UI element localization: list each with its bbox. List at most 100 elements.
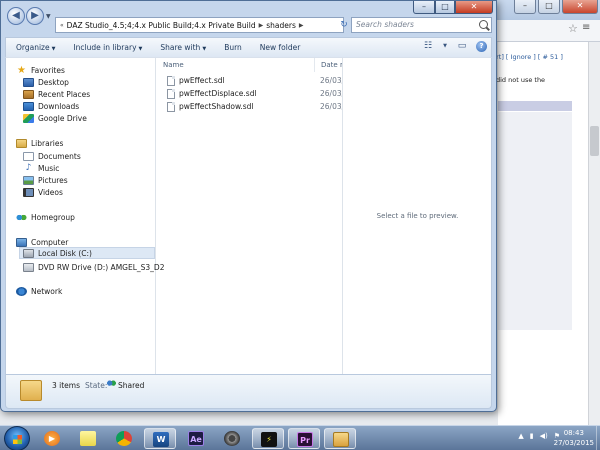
show-desktop-button[interactable] — [596, 426, 600, 450]
nav-item-downloads[interactable]: Downloads — [23, 100, 79, 112]
nav-item-label: Downloads — [38, 101, 80, 111]
search-input[interactable]: Search shaders — [351, 17, 492, 33]
volume-icon[interactable]: ◀) — [540, 432, 548, 440]
nav-homegroup[interactable]: Homegroup — [16, 211, 75, 223]
dropdown-arrow-icon: ▼ — [202, 46, 207, 52]
clock[interactable]: 08:43 27/03/2015 — [554, 428, 594, 448]
taskbar: ▶ W Ae ⚡ Pr ▲ ▮ ◀) ⚑ 08:43 27/03/2015 — [0, 425, 600, 450]
back-button[interactable]: ◀ — [7, 7, 25, 25]
breadcrumb-separator-icon[interactable]: ▶ — [259, 22, 264, 29]
bookmark-star-icon[interactable]: ☆ — [568, 22, 578, 35]
share-with-button[interactable]: Share with ▼ — [160, 43, 206, 52]
file-row[interactable]: pwEffectDisplace.sdl 26/03/ — [157, 88, 342, 100]
new-folder-button[interactable]: New folder — [260, 43, 301, 52]
documents-icon — [23, 151, 34, 161]
nav-homegroup-label: Homegroup — [31, 212, 75, 222]
browser-scrollbar-thumb[interactable] — [590, 126, 599, 156]
nav-item-pictures[interactable]: Pictures — [23, 174, 68, 186]
nav-item-google-drive[interactable]: Google Drive — [23, 112, 87, 124]
clock-date: 27/03/2015 — [553, 439, 594, 447]
downloads-icon — [23, 101, 34, 111]
nav-item-dvd-drive[interactable]: DVD RW Drive (D:) AMGEL_S3_D2 — [23, 261, 164, 273]
browser-maximize-button[interactable]: □ — [538, 0, 560, 14]
breadcrumb-shaders[interactable]: shaders — [266, 21, 296, 30]
change-view-icon[interactable]: ☷ — [422, 41, 434, 52]
organize-button[interactable]: Organize ▼ — [16, 43, 55, 52]
show-hidden-icons-icon[interactable]: ▲ — [518, 432, 523, 440]
forward-button[interactable]: ▶ — [26, 7, 44, 25]
nav-item-label: Pictures — [38, 175, 68, 185]
explorer-window-controls: – □ ✕ — [413, 1, 493, 14]
nav-item-label: Google Drive — [38, 113, 87, 123]
dropdown-arrow-icon: ▼ — [51, 46, 56, 52]
forum-post-links[interactable]: port] [ Ignore ] [ # 51 ] — [488, 53, 563, 61]
taskbar-chrome-button[interactable] — [108, 428, 140, 449]
dropdown-arrow-icon: ▼ — [138, 46, 143, 52]
nav-item-recent-places[interactable]: Recent Places — [23, 88, 90, 100]
file-row[interactable]: pwEffect.sdl 26/03/ — [157, 75, 342, 87]
homegroup-icon — [16, 212, 27, 222]
nav-item-label: Local Disk (C:) — [38, 248, 92, 258]
browser-scrollbar[interactable] — [588, 42, 600, 425]
taskbar-disk-tool-button[interactable] — [216, 428, 248, 449]
maximize-button[interactable]: □ — [435, 1, 455, 14]
nav-favorites-label: Favorites — [31, 65, 65, 75]
nav-item-documents[interactable]: Documents — [23, 150, 81, 162]
file-list: Name Date m pwEffect.sdl 26/03/ pwEffect… — [157, 58, 342, 374]
shared-users-icon — [107, 380, 116, 389]
taskbar-explorer-button[interactable] — [324, 428, 356, 449]
file-name: pwEffectShadow.sdl — [179, 102, 254, 111]
nav-item-music[interactable]: ♪ Music — [23, 162, 60, 174]
taskbar-premiere-button[interactable]: Pr — [288, 428, 320, 449]
browser-menu-icon[interactable]: ≡ — [582, 22, 590, 33]
view-controls: ☷ ▼ ▭ ? — [422, 41, 487, 52]
local-disk-icon — [23, 248, 34, 258]
nav-item-label: Desktop — [38, 77, 69, 87]
command-bar: Organize ▼ Include in library ▼ Share with… — [5, 37, 492, 57]
browser-minimize-button[interactable]: – — [514, 0, 536, 14]
network-tray-icon[interactable]: ▮ — [530, 432, 534, 440]
taskbar-after-effects-button[interactable]: Ae — [180, 428, 212, 449]
burn-button[interactable]: Burn — [224, 43, 242, 52]
forum-post-text: I did not use the — [492, 76, 546, 84]
file-date: 26/03/ — [320, 89, 342, 98]
nav-item-local-disk[interactable]: Local Disk (C:) — [19, 247, 155, 259]
address-overflow-icon[interactable]: « — [60, 22, 64, 29]
nav-item-desktop[interactable]: Desktop — [23, 76, 69, 88]
preview-pane-icon[interactable]: ▭ — [456, 41, 468, 52]
preview-pane: Select a file to preview. — [342, 58, 491, 374]
search-placeholder: Search shaders — [356, 20, 414, 29]
after-effects-icon: Ae — [188, 431, 204, 446]
nav-favorites[interactable]: ★ Favorites — [16, 64, 65, 76]
taskbar-word-button[interactable]: W — [144, 428, 176, 449]
breadcrumb-separator-icon[interactable]: ▶ — [299, 22, 304, 29]
taskbar-tool-button[interactable]: ⚡ — [252, 428, 284, 449]
file-icon — [167, 89, 175, 99]
search-icon[interactable] — [479, 20, 488, 29]
disk-tool-icon — [224, 431, 240, 446]
recent-pages-chevron-icon[interactable]: ▼ — [46, 13, 51, 20]
taskbar-media-player-button[interactable]: ▶ — [36, 428, 68, 449]
nav-network[interactable]: Network — [16, 285, 62, 297]
taskbar-sticky-notes-button[interactable] — [72, 428, 104, 449]
breadcrumb-daz-studio[interactable]: DAZ Studio_4.5;4;4.x Public Build;4.x Pr… — [67, 21, 256, 30]
nav-item-videos[interactable]: Videos — [23, 186, 63, 198]
address-bar[interactable]: « DAZ Studio_4.5;4;4.x Public Build;4.x … — [55, 17, 344, 33]
column-header-name[interactable]: Name — [157, 58, 315, 72]
explorer-window: ◀ ▶ ▼ « DAZ Studio_4.5;4;4.x Public Buil… — [0, 0, 497, 412]
refresh-icon[interactable]: ↻ — [337, 18, 351, 32]
word-icon: W — [153, 432, 169, 447]
google-drive-icon — [23, 113, 34, 123]
view-dropdown-icon[interactable]: ▼ — [442, 41, 448, 52]
include-in-library-button[interactable]: Include in library ▼ — [73, 43, 142, 52]
column-header-date[interactable]: Date m — [315, 58, 342, 72]
nav-libraries[interactable]: Libraries — [16, 137, 63, 149]
browser-close-button[interactable]: ✕ — [562, 0, 598, 14]
start-button[interactable] — [4, 426, 30, 450]
tool-icon: ⚡ — [261, 432, 277, 447]
state-label: State: — [85, 381, 108, 390]
help-icon[interactable]: ? — [476, 41, 487, 52]
close-button[interactable]: ✕ — [455, 1, 493, 14]
file-row[interactable]: pwEffectShadow.sdl 26/03/ — [157, 101, 342, 113]
minimize-button[interactable]: – — [413, 1, 435, 14]
